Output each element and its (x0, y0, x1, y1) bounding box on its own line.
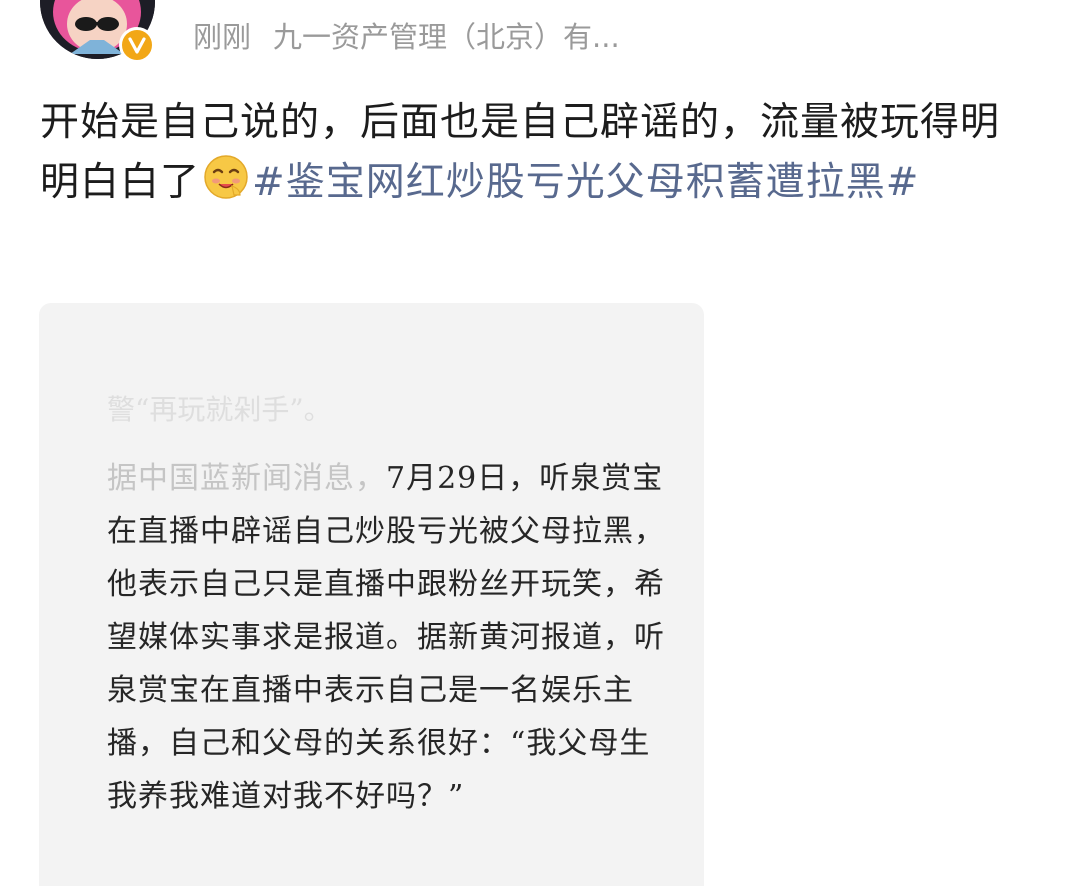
card-article-text: 据中国蓝新闻消息，7月29日，听泉赏宝在直播中辟谣自己炒股亏光被父母拉黑，他表示… (107, 452, 667, 823)
post-text: 开始是自己说的，后面也是自己辟谣的，流量被玩得明明白白了 #鉴宝网红炒股亏光父母… (40, 93, 1035, 219)
post-meta: 刚刚 九一资产管理（北京）有... (193, 17, 620, 57)
verified-badge-icon (119, 27, 155, 63)
post-source[interactable]: 九一资产管理（北京）有... (273, 20, 620, 54)
card-faded-prefix: 据中国蓝新闻消息， (107, 461, 386, 496)
post-time: 刚刚 (193, 20, 252, 54)
embedded-screenshot-card[interactable]: 警“再玩就剁手”。 据中国蓝新闻消息，7月29日，听泉赏宝在直播中辟谣自己炒股亏… (39, 303, 704, 886)
card-body-text: 7月29日，听泉赏宝在直播中辟谣自己炒股亏光被父母拉黑，他表示自己只是直播中跟粉… (107, 461, 665, 814)
card-faded-top-line: 警“再玩就剁手”。 (107, 393, 332, 426)
hashtag-link[interactable]: #鉴宝网红炒股亏光父母积蓄遭拉黑# (252, 160, 919, 205)
smirking-face-emoji-icon (202, 153, 250, 219)
